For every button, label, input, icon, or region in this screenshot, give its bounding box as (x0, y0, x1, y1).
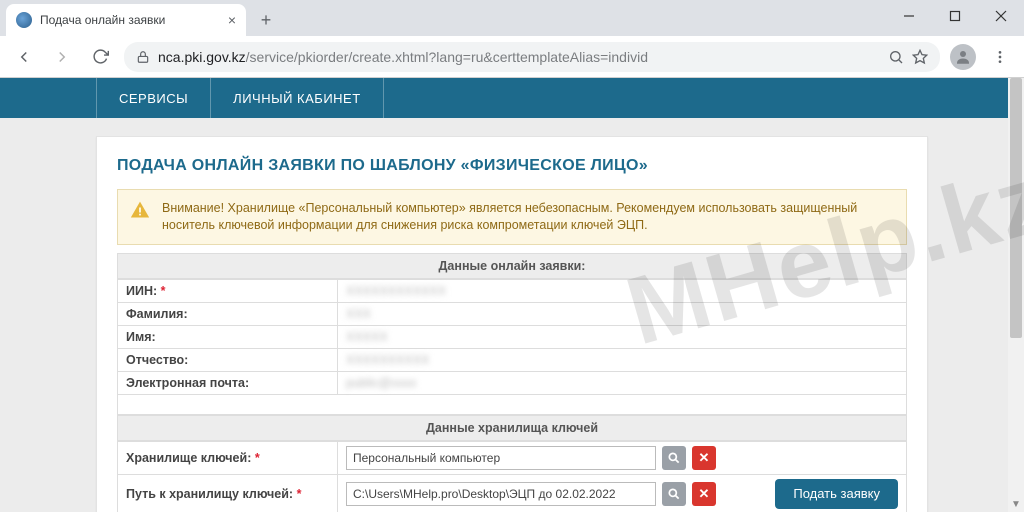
browser-chrome: Подача онлайн заявки × + nca.pki.gov.kz/… (0, 0, 1024, 78)
path-clear-button[interactable]: ✕ (692, 482, 716, 506)
maximize-button[interactable] (932, 0, 978, 32)
label-storage: Хранилище ключей: * (118, 441, 338, 474)
value-iin: XXXXXXXXXXXX (338, 279, 907, 302)
vertical-scrollbar[interactable]: ▲ ▼ (1008, 78, 1024, 512)
url-field[interactable]: nca.pki.gov.kz/service/pkiorder/create.x… (124, 42, 940, 72)
request-data-table: ИИН: * XXXXXXXXXXXX Фамилия: XXX Имя: XX… (117, 279, 907, 415)
scroll-thumb[interactable] (1010, 78, 1022, 338)
path-browse-button[interactable] (662, 482, 686, 506)
key-storage-table: Хранилище ключей: * ✕ Путь к хранилищу к… (117, 441, 907, 512)
url-text: nca.pki.gov.kz/service/pkiorder/create.x… (158, 49, 648, 65)
star-icon[interactable] (912, 49, 928, 65)
path-input[interactable] (346, 482, 656, 506)
close-window-button[interactable] (978, 0, 1024, 32)
reload-button[interactable] (86, 43, 114, 71)
menu-button[interactable] (986, 43, 1014, 71)
value-patronym: XXXXXXXXXX (338, 348, 907, 371)
value-surname: XXX (338, 302, 907, 325)
value-name: XXXXX (338, 325, 907, 348)
warning-text: Внимание! Хранилище «Персональный компью… (162, 200, 894, 234)
label-iin: ИИН: * (118, 279, 338, 302)
warning-icon (130, 200, 150, 234)
scroll-down-icon[interactable]: ▼ (1008, 496, 1024, 512)
label-email: Электронная почта: (118, 371, 338, 394)
storage-clear-button[interactable]: ✕ (692, 446, 716, 470)
page-viewport: СЕРВИСЫ ЛИЧНЫЙ КАБИНЕТ ПОДАЧА ОНЛАЙН ЗАЯ… (0, 78, 1024, 512)
label-path: Путь к хранилищу ключей: * (118, 474, 338, 512)
label-name: Имя: (118, 325, 338, 348)
site-nav: СЕРВИСЫ ЛИЧНЫЙ КАБИНЕТ (0, 78, 1024, 118)
back-button[interactable] (10, 43, 38, 71)
storage-input[interactable] (346, 446, 656, 470)
browser-tab[interactable]: Подача онлайн заявки × (6, 4, 246, 36)
storage-browse-button[interactable] (662, 446, 686, 470)
warning-alert: Внимание! Хранилище «Персональный компью… (117, 189, 907, 245)
value-email: public@xxxx (338, 371, 907, 394)
favicon-icon (16, 12, 32, 28)
lock-icon (136, 50, 150, 64)
section-request-data: Данные онлайн заявки: (117, 253, 907, 279)
nav-services[interactable]: СЕРВИСЫ (96, 78, 211, 118)
form-card: ПОДАЧА ОНЛАЙН ЗАЯВКИ ПО ШАБЛОНУ «ФИЗИЧЕС… (96, 136, 928, 512)
tab-title: Подача онлайн заявки (40, 13, 165, 27)
address-bar: nca.pki.gov.kz/service/pkiorder/create.x… (0, 36, 1024, 78)
tab-close-icon[interactable]: × (228, 12, 236, 28)
section-key-storage: Данные хранилища ключей (117, 415, 907, 441)
page-title: ПОДАЧА ОНЛАЙН ЗАЯВКИ ПО ШАБЛОНУ «ФИЗИЧЕС… (117, 157, 907, 175)
tab-bar: Подача онлайн заявки × + (0, 0, 1024, 36)
zoom-icon[interactable] (888, 49, 904, 65)
window-controls (886, 0, 1024, 32)
minimize-button[interactable] (886, 0, 932, 32)
submit-button[interactable]: Подать заявку (775, 479, 898, 509)
nav-account[interactable]: ЛИЧНЫЙ КАБИНЕТ (211, 78, 384, 118)
forward-button[interactable] (48, 43, 76, 71)
profile-avatar[interactable] (950, 44, 976, 70)
label-patronym: Отчество: (118, 348, 338, 371)
new-tab-button[interactable]: + (252, 6, 280, 34)
label-surname: Фамилия: (118, 302, 338, 325)
